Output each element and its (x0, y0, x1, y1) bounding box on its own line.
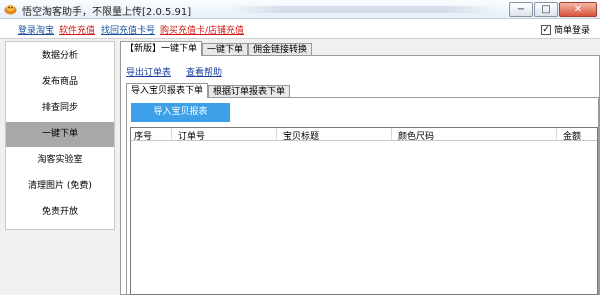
sidebar: 数据分析 发布商品 排查同步 一键下单 淘客实验室 清理图片 (免费) 免责开放 (5, 41, 115, 230)
recover-card-link[interactable]: 找回充值卡号 (101, 23, 155, 36)
sidebar-item-publish[interactable]: 发布商品 (6, 70, 114, 95)
sidebar-item-one-click-order[interactable]: 一键下单 (6, 122, 114, 147)
column-divider (276, 128, 277, 141)
column-header-color-size[interactable]: 颜色尺码 (398, 129, 434, 142)
view-help-link[interactable]: 查看帮助 (186, 65, 222, 78)
sidebar-item-label: 一键下单 (41, 129, 78, 139)
sidebar-item-clean-images[interactable]: 清理图片 (免费) (6, 174, 114, 199)
app-logo-icon (4, 4, 17, 15)
simple-login-checkbox[interactable]: ✓ (540, 24, 551, 35)
software-recharge-link[interactable]: 软件充值 (59, 23, 95, 36)
tab-new-one-click-order[interactable]: 【新版】一键下单 (120, 41, 203, 56)
title-bar: 悟空淘客助手，不限量上传[2.0.5.91] − □ ✕ (0, 0, 600, 19)
sidebar-item-disclaimer[interactable]: 免责开放 (6, 200, 114, 225)
import-report-button[interactable]: 导入宝贝报表 (131, 103, 230, 122)
main-area: 【新版】一键下单 一键下单 佣金链接转换 导出订单表 查看帮助 导入宝贝报表下单… (118, 39, 600, 295)
column-header-item-title[interactable]: 宝贝标题 (283, 129, 319, 142)
sub-tab-panel: 导入宝贝报表 序号 订单号 宝贝标题 颜色尺码 金额 (126, 97, 599, 295)
link-bar: 登录淘宝 软件充值 找回充值卡号 购买充值卡/店铺充值 ✓ 简单登录 (0, 19, 600, 39)
sidebar-item-label: 发布商品 (41, 77, 78, 87)
main-tabs: 【新版】一键下单 一键下单 佣金链接转换 (120, 41, 313, 56)
sidebar-item-label: 清理图片 (免费) (28, 181, 92, 191)
column-header-amount[interactable]: 金额 (563, 129, 581, 142)
blurred-notice (230, 6, 495, 13)
export-orders-link[interactable]: 导出订单表 (126, 65, 171, 78)
sub-tabs: 导入宝贝报表下单 根据订单报表下单 (126, 83, 291, 98)
orders-table: 序号 订单号 宝贝标题 颜色尺码 金额 (130, 127, 598, 295)
simple-login-toggle[interactable]: ✓ 简单登录 (540, 23, 590, 36)
simple-login-label: 简单登录 (553, 26, 590, 36)
sidebar-item-label: 免责开放 (41, 207, 78, 217)
sidebar-item-label: 淘客实验室 (37, 155, 83, 165)
login-taobao-link[interactable]: 登录淘宝 (18, 23, 54, 36)
sidebar-item-label: 排查同步 (41, 103, 78, 113)
tab-import-item-report[interactable]: 导入宝贝报表下单 (126, 83, 209, 98)
close-button[interactable]: ✕ (559, 2, 597, 17)
sidebar-item-sync[interactable]: 排查同步 (6, 96, 114, 121)
buy-card-link[interactable]: 购买充值卡/店铺充值 (160, 23, 244, 36)
table-header: 序号 订单号 宝贝标题 颜色尺码 金额 (131, 128, 597, 142)
column-header-index[interactable]: 序号 (134, 129, 152, 142)
sidebar-item-data-analysis[interactable]: 数据分析 (6, 44, 114, 69)
column-header-order-id[interactable]: 订单号 (178, 129, 205, 142)
column-divider (556, 128, 557, 141)
tab-panel: 导出订单表 查看帮助 导入宝贝报表下单 根据订单报表下单 导入宝贝报表 序号 订… (120, 55, 600, 295)
sidebar-item-label: 数据分析 (41, 51, 78, 61)
minimize-button[interactable]: − (509, 2, 533, 17)
column-divider (391, 128, 392, 141)
maximize-button[interactable]: □ (534, 2, 558, 17)
column-divider (171, 128, 172, 141)
window-title: 悟空淘客助手，不限量上传[2.0.5.91] (22, 7, 192, 18)
sidebar-item-lab[interactable]: 淘客实验室 (6, 148, 114, 173)
